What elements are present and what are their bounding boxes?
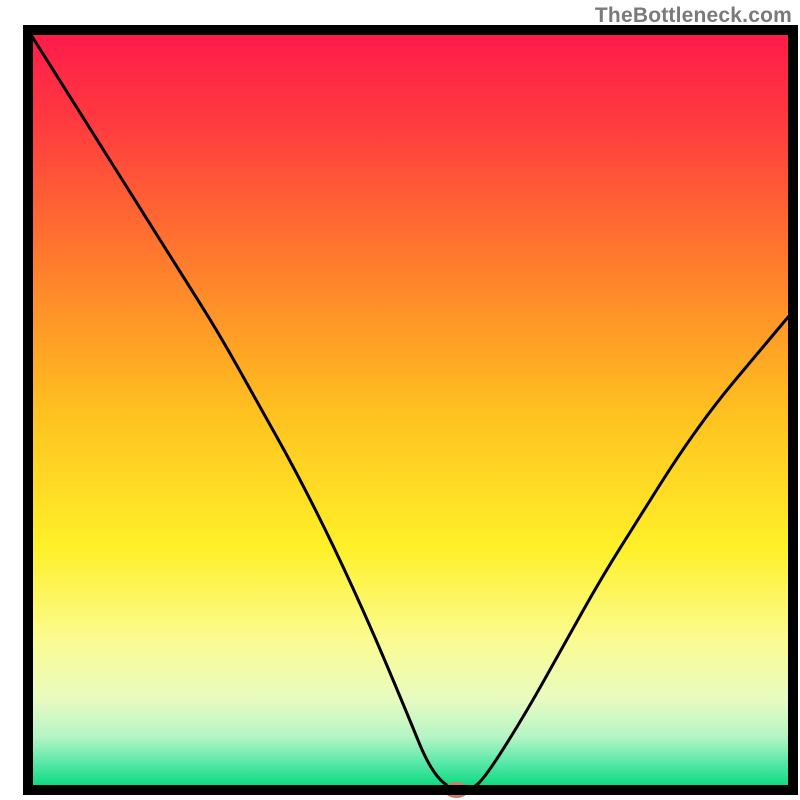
chart-background [28, 30, 793, 790]
bottleneck-chart [0, 0, 800, 800]
chart-container: TheBottleneck.com [0, 0, 800, 800]
